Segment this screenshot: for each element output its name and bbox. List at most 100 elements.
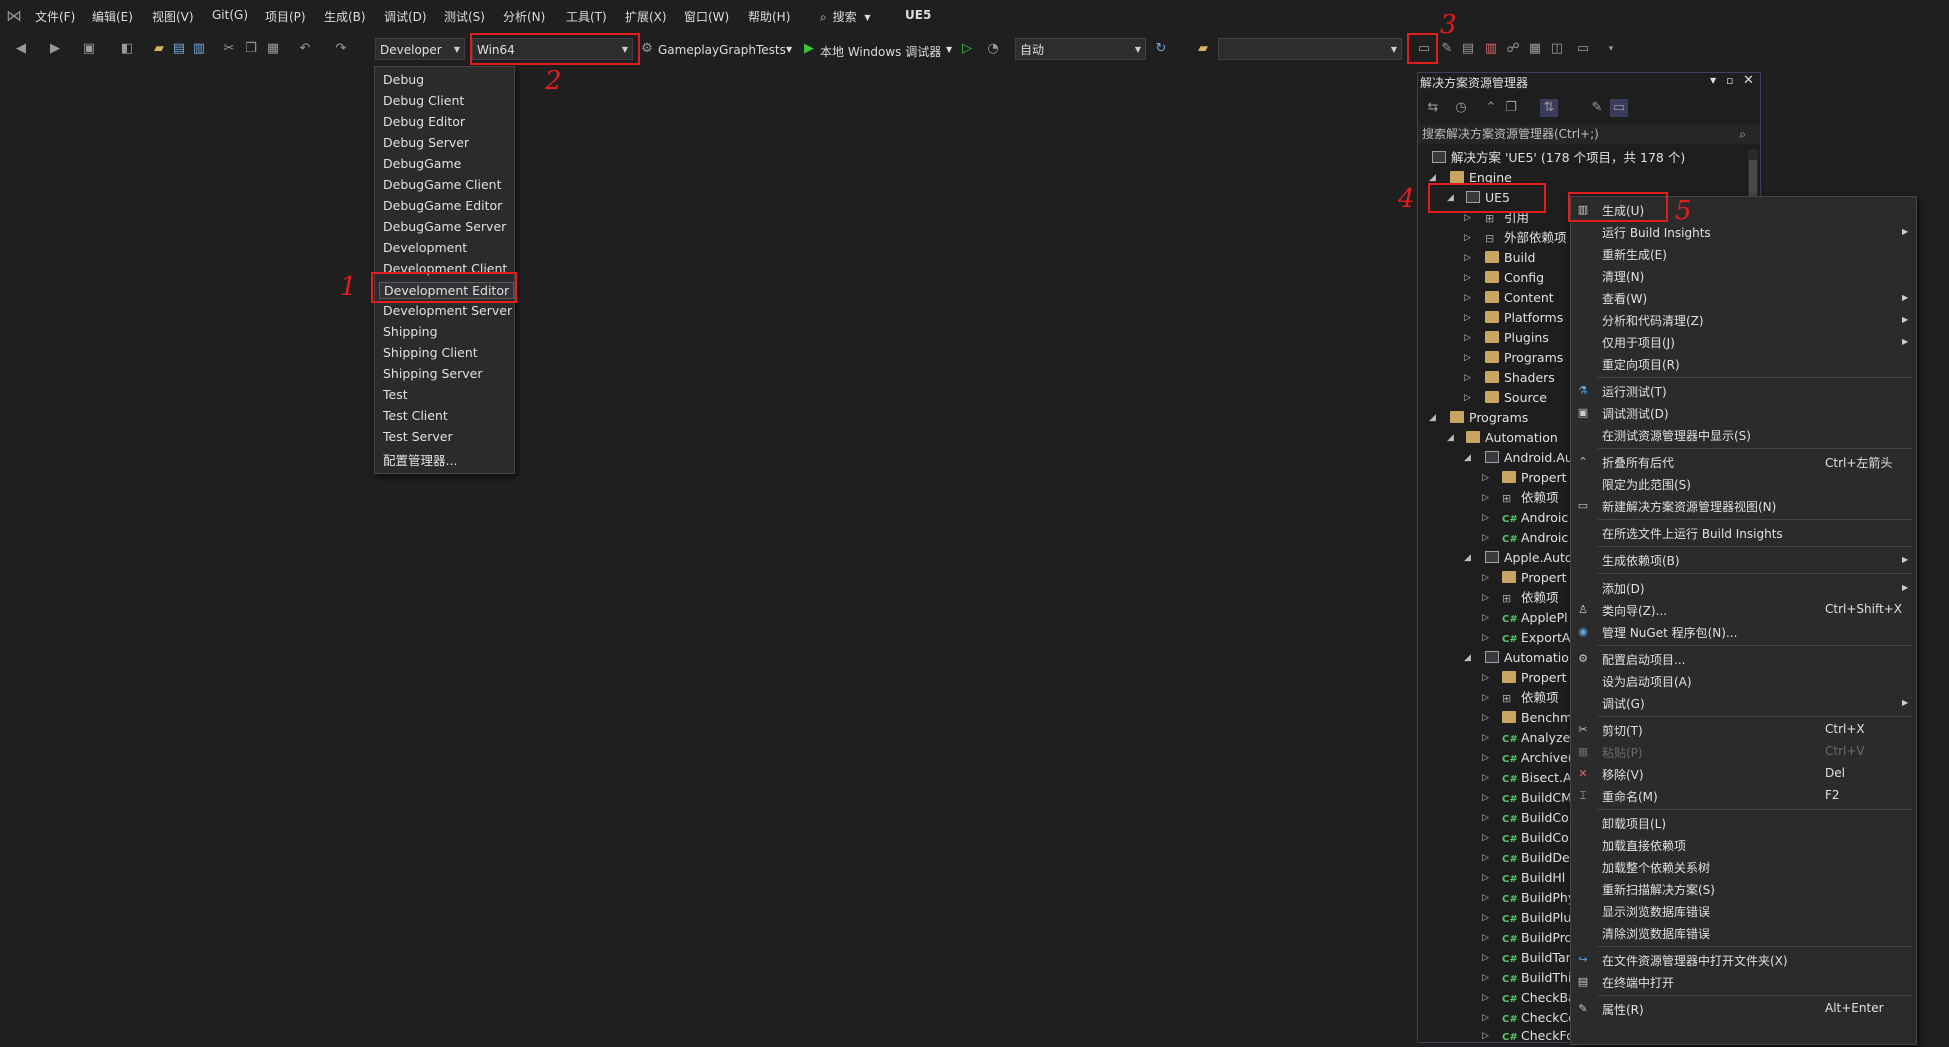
tree-item-cs-file[interactable]: C# BuildPro — [1502, 929, 1572, 947]
ctx-item-project-only[interactable]: 仅用于项目(J) — [1602, 334, 1675, 351]
ctx-item-unload-project[interactable]: 卸载项目(L) — [1602, 815, 1666, 832]
ctx-item-retarget[interactable]: 重定向项目(R) — [1602, 356, 1680, 373]
copy-icon[interactable]: ❐ — [242, 40, 260, 58]
collapsed-arrow-icon[interactable]: ▷ — [1464, 213, 1471, 223]
ctx-item-set-startup[interactable]: 设为启动项目(A) — [1602, 673, 1692, 690]
ctx-item-new-explorer-view[interactable]: 新建解决方案资源管理器视图(N) — [1602, 498, 1776, 515]
ctx-item-properties[interactable]: 属性(R) — [1602, 1001, 1644, 1018]
window-icon[interactable]: ▦ — [1526, 40, 1544, 58]
start-without-debug-icon[interactable]: ▷ — [958, 40, 976, 58]
ctx-item-build-insights-selected[interactable]: 在所选文件上运行 Build Insights — [1602, 525, 1783, 542]
tree-item-config[interactable]: Config — [1485, 269, 1544, 287]
ctx-item-analyze[interactable]: 分析和代码清理(Z) — [1602, 312, 1704, 329]
ctx-item-open-in-terminal[interactable]: 在终端中打开 — [1602, 974, 1674, 991]
tree-item-build[interactable]: Build — [1485, 249, 1535, 267]
ctx-item-cut[interactable]: 剪切(T) — [1602, 722, 1643, 739]
tree-item-cs-file[interactable]: C# Androic — [1502, 509, 1568, 527]
ctx-item-manage-nuget[interactable]: 管理 NuGet 程序包(N)... — [1602, 624, 1737, 641]
debugger-label[interactable]: 本地 Windows 调试器 — [820, 43, 941, 60]
dropdown-item-shipping[interactable]: Shipping — [383, 324, 438, 339]
dropdown-item-debug[interactable]: Debug — [383, 72, 424, 87]
save-icon[interactable]: ▤ — [170, 40, 188, 58]
collapsed-arrow-icon[interactable]: ▷ — [1482, 1013, 1489, 1023]
history-icon[interactable]: ◷ — [1452, 99, 1470, 117]
expand-arrow-icon[interactable]: ◢ — [1464, 453, 1471, 463]
ctx-item-clear-browse-errors[interactable]: 清除浏览数据库错误 — [1602, 925, 1710, 942]
collapsed-arrow-icon[interactable]: ▷ — [1482, 573, 1489, 583]
tree-item-cs-file[interactable]: C# Bisect.A — [1502, 769, 1572, 787]
layout-icon[interactable]: ▭ — [1574, 40, 1592, 58]
tree-item-folder[interactable]: Benchm — [1502, 709, 1572, 727]
collapsed-arrow-icon[interactable]: ▷ — [1482, 773, 1489, 783]
menu-test[interactable]: 测试(S) — [444, 8, 485, 25]
back-icon[interactable]: ◀ — [12, 40, 30, 58]
pin-window-icon[interactable]: ◫ — [1548, 40, 1566, 58]
collapsed-arrow-icon[interactable]: ▷ — [1482, 833, 1489, 843]
tree-solution-node[interactable]: 解决方案 'UE5' (178 个项目，共 178 个) — [1432, 149, 1685, 167]
tree-item-cs-file[interactable]: C# BuildThi — [1502, 969, 1571, 987]
ctx-item-run-build-insights[interactable]: 运行 Build Insights — [1602, 224, 1711, 241]
collapsed-arrow-icon[interactable]: ▷ — [1482, 693, 1489, 703]
ctx-item-scope-to-this[interactable]: 限定为此范围(S) — [1602, 476, 1691, 493]
tree-item-cs-file[interactable]: C# BuildHl — [1502, 869, 1565, 887]
collapsed-arrow-icon[interactable]: ▷ — [1464, 393, 1471, 403]
redo-icon[interactable]: ↷ — [332, 40, 350, 58]
ctx-item-collapse-descendants[interactable]: 折叠所有后代 — [1602, 454, 1674, 471]
solution-search-input[interactable]: 搜索解决方案资源管理器(Ctrl+;) ⌕ — [1418, 124, 1760, 144]
collapsed-arrow-icon[interactable]: ▷ — [1482, 933, 1489, 943]
ctx-item-paste[interactable]: 粘贴(P) — [1602, 744, 1643, 761]
collapsed-arrow-icon[interactable]: ▷ — [1482, 533, 1489, 543]
tree-item-cs-file[interactable]: C# BuildPhy — [1502, 889, 1575, 907]
ctx-item-configure-startup[interactable]: 配置启动项目... — [1602, 651, 1685, 668]
ctx-item-rescan-solution[interactable]: 重新扫描解决方案(S) — [1602, 881, 1715, 898]
tree-scrollbar-thumb[interactable] — [1749, 160, 1757, 200]
menu-extensions[interactable]: 扩展(X) — [625, 8, 667, 25]
collapsed-arrow-icon[interactable]: ▷ — [1464, 333, 1471, 343]
dropdown-item-test[interactable]: Test — [383, 387, 408, 402]
menu-window[interactable]: 窗口(W) — [684, 8, 729, 25]
collapsed-arrow-icon[interactable]: ▷ — [1482, 753, 1489, 763]
menu-view[interactable]: 视图(V) — [152, 8, 194, 25]
collapsed-arrow-icon[interactable]: ▷ — [1482, 793, 1489, 803]
mode-combo[interactable]: 自动 ▼ — [1015, 38, 1146, 60]
menu-build[interactable]: 生成(B) — [324, 8, 366, 25]
tree-item-cs-file[interactable]: C# BuildPlu — [1502, 909, 1571, 927]
expand-arrow-icon[interactable]: ◢ — [1429, 413, 1436, 423]
collapsed-arrow-icon[interactable]: ▷ — [1464, 373, 1471, 383]
dropdown-item-debug-editor[interactable]: Debug Editor — [383, 114, 465, 129]
overflow-icon[interactable]: ▾ — [1602, 40, 1620, 58]
tree-item-cs-file[interactable]: C# BuildCo — [1502, 809, 1569, 827]
menu-project[interactable]: 项目(P) — [265, 8, 306, 25]
folder-icon[interactable]: ▰ — [1194, 40, 1212, 58]
new-project-icon[interactable]: ▣ — [80, 40, 98, 58]
collapsed-arrow-icon[interactable]: ▷ — [1464, 313, 1471, 323]
ctx-item-debug[interactable]: 调试(G) — [1602, 695, 1645, 712]
person-icon[interactable]: ☍ — [1504, 40, 1522, 58]
open-folder-icon[interactable]: ▰ — [150, 40, 168, 58]
collapsed-arrow-icon[interactable]: ▷ — [1482, 713, 1489, 723]
ctx-item-open-in-explorer[interactable]: 在文件资源管理器中打开文件夹(X) — [1602, 952, 1788, 969]
tree-item-programs[interactable]: Programs — [1485, 349, 1563, 367]
collapsed-arrow-icon[interactable]: ▷ — [1482, 513, 1489, 523]
config-combo[interactable]: Developer ▼ — [375, 38, 465, 60]
empty-combo[interactable]: ▼ — [1218, 38, 1402, 60]
menu-help[interactable]: 帮助(H) — [748, 8, 790, 25]
collapsed-arrow-icon[interactable]: ▷ — [1482, 493, 1489, 503]
collapsed-arrow-icon[interactable]: ▷ — [1464, 353, 1471, 363]
tree-item-content[interactable]: Content — [1485, 289, 1554, 307]
close-icon[interactable]: ✕ — [1743, 73, 1754, 88]
dropdown-item-development-server[interactable]: Development Server — [383, 303, 512, 318]
collapsed-arrow-icon[interactable]: ▷ — [1464, 233, 1471, 243]
collapsed-arrow-icon[interactable]: ▷ — [1464, 273, 1471, 283]
collapsed-arrow-icon[interactable]: ▷ — [1482, 1031, 1489, 1041]
forward-icon[interactable]: ▶ — [46, 40, 64, 58]
tree-item-apple-automation[interactable]: Apple.Auto — [1485, 549, 1573, 567]
ctx-item-remove[interactable]: 移除(V) — [1602, 766, 1644, 783]
collapsed-arrow-icon[interactable]: ▷ — [1482, 973, 1489, 983]
startup-project-label[interactable]: GameplayGraphTests — [658, 43, 786, 57]
chevron-down-icon[interactable]: ▼ — [786, 45, 792, 54]
ctx-item-clean[interactable]: 清理(N) — [1602, 268, 1644, 285]
collapsed-arrow-icon[interactable]: ▷ — [1482, 613, 1489, 623]
properties-wrench-icon[interactable]: ✎ — [1588, 99, 1606, 117]
save-all-icon[interactable]: ▥ — [190, 40, 208, 58]
